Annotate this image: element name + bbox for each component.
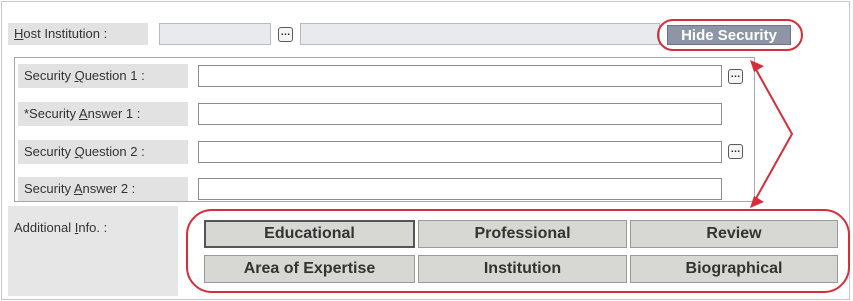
sq1-post: uestion 1 : (84, 68, 145, 83)
host-institution-accel: H (14, 26, 24, 41)
sq1-pre: Security (24, 68, 75, 83)
security-answer-1-label: *Security Answer 1 : (18, 102, 188, 126)
host-institution-label-text: ost Institution : (23, 26, 108, 41)
sq2-pre: Security (24, 144, 75, 159)
ai-pre: Additional (14, 220, 75, 235)
hide-security-annotation-ring (657, 19, 803, 51)
additional-info-label: Additional Info. : (8, 206, 178, 296)
host-institution-name-field[interactable] (300, 23, 660, 45)
ai-post: nfo. : (78, 220, 108, 235)
host-institution-field[interactable] (159, 23, 271, 45)
sa1-post: nswer 1 : (87, 106, 141, 121)
sa2-post: nswer 2 : (82, 181, 136, 196)
sq2-post: uestion 2 : (84, 144, 145, 159)
ellipsis-icon[interactable]: … (728, 69, 743, 84)
security-answer-2-label: Security Answer 2 : (18, 177, 188, 201)
sq1-accel: Q (74, 68, 85, 83)
security-question-1-label: Security Question 1 : (18, 64, 188, 88)
ellipsis-icon[interactable]: … (278, 27, 293, 42)
sa2-pre: Security (24, 181, 74, 196)
ellipsis-icon[interactable]: … (728, 144, 743, 159)
sq2-accel: Q (74, 144, 85, 159)
security-answer-2-field[interactable] (198, 178, 722, 200)
annotation-arrow (750, 60, 794, 208)
sa1-pre: *Security (24, 106, 79, 121)
sa1-accel: A (78, 106, 88, 121)
security-question-2-field[interactable] (198, 141, 722, 163)
security-answer-1-field[interactable] (198, 103, 722, 125)
sa2-accel: A (73, 181, 83, 196)
host-institution-label: Host Institution : (8, 23, 148, 45)
form-panel: Host Institution : … Hide Security Secur… (1, 1, 850, 300)
additional-info-annotation-ring (186, 209, 850, 293)
security-question-2-label: Security Question 2 : (18, 140, 188, 164)
security-question-1-field[interactable] (198, 65, 722, 87)
